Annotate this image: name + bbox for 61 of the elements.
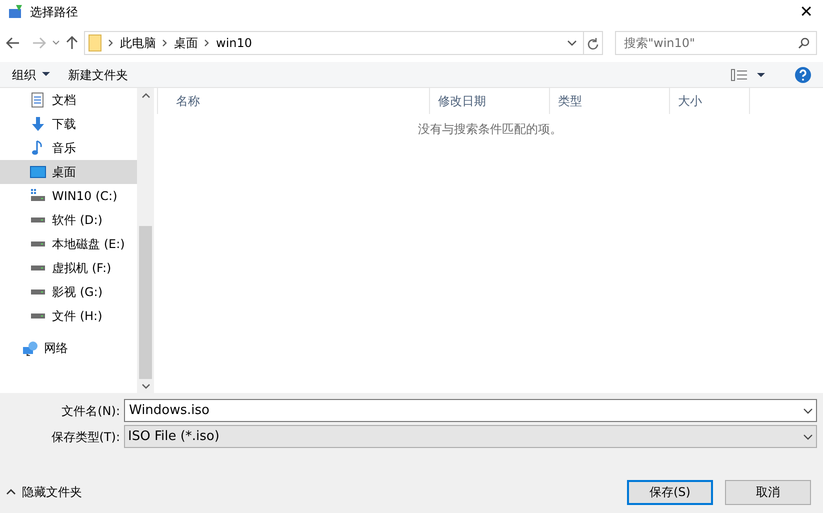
new-folder-button[interactable]: 新建文件夹 xyxy=(68,68,128,80)
refresh-icon[interactable] xyxy=(587,36,599,50)
chevron-icon xyxy=(108,39,114,47)
search-icon xyxy=(798,37,810,49)
back-icon[interactable] xyxy=(6,37,20,49)
close-button[interactable]: ✕ xyxy=(800,4,813,20)
search-input[interactable]: 搜索"win10" xyxy=(616,34,798,52)
breadcrumb-item[interactable]: 桌面 xyxy=(174,34,198,52)
sidebar-item[interactable]: 本地磁盘 (E:) xyxy=(0,232,137,256)
breadcrumb-item[interactable]: 此电脑 xyxy=(120,34,156,52)
sidebar-item[interactable]: 虚拟机 (F:) xyxy=(0,256,137,280)
column-header[interactable]: 名称 xyxy=(158,88,430,114)
column-header[interactable]: 大小 xyxy=(670,88,750,114)
view-options-icon[interactable] xyxy=(731,68,765,80)
caret-icon xyxy=(42,72,50,77)
dropdown-icon[interactable] xyxy=(567,40,577,46)
sidebar-item[interactable]: 文件 (H:) xyxy=(0,304,137,328)
drive-icon xyxy=(30,289,46,295)
dropdown-icon[interactable] xyxy=(803,434,813,440)
sidebar-item[interactable]: WIN10 (C:) xyxy=(0,184,137,208)
window-title: 选择路径 xyxy=(30,4,78,21)
sidebar-item[interactable]: 影视 (G:) xyxy=(0,280,137,304)
dropdown-icon[interactable] xyxy=(803,408,813,414)
app-icon xyxy=(8,5,24,19)
drive-icon xyxy=(30,188,46,204)
scroll-up-icon[interactable] xyxy=(142,92,150,98)
drive-icon xyxy=(30,241,46,247)
save-button[interactable]: 保存(S) xyxy=(627,480,713,504)
chevron-up-icon xyxy=(6,489,16,495)
chevron-icon xyxy=(162,39,168,47)
sidebar-item[interactable]: 软件 (D:) xyxy=(0,208,137,232)
organize-menu[interactable]: 组织 xyxy=(12,68,50,80)
sidebar-item[interactable]: 文档 xyxy=(0,88,137,112)
column-header[interactable]: 修改日期 xyxy=(430,88,550,114)
drive-icon xyxy=(30,265,46,271)
up-icon[interactable] xyxy=(66,36,78,50)
file-type-label: 保存类型(T): xyxy=(50,428,121,446)
column-header[interactable]: 类型 xyxy=(550,88,670,114)
document-icon xyxy=(30,92,46,108)
hide-folders-toggle[interactable]: 隐藏文件夹 xyxy=(6,486,82,498)
scroll-down-icon[interactable] xyxy=(142,384,150,388)
download-icon xyxy=(30,116,46,132)
drive-icon xyxy=(30,217,46,223)
sidebar-item[interactable]: 下载 xyxy=(0,112,137,136)
desktop-icon xyxy=(30,164,46,180)
cancel-button[interactable]: 取消 xyxy=(725,480,811,504)
sidebar-item[interactable]: 桌面 xyxy=(0,160,137,184)
breadcrumb-item[interactable]: win10 xyxy=(216,34,252,52)
filename-label: 文件名(N): xyxy=(60,402,121,420)
chevron-icon xyxy=(204,39,210,47)
empty-message: 没有与搜索条件匹配的项。 xyxy=(418,122,562,136)
sidebar-item[interactable]: 网络 xyxy=(0,336,137,360)
sidebar-item[interactable]: 音乐 xyxy=(0,136,137,160)
file-type-dropdown[interactable]: ISO File (*.iso) xyxy=(124,425,817,448)
folder-icon xyxy=(88,34,102,52)
search-field[interactable]: 搜索"win10" xyxy=(615,31,817,55)
help-icon[interactable] xyxy=(795,66,811,82)
network-icon xyxy=(22,340,38,356)
scrollbar[interactable] xyxy=(137,88,154,393)
drive-icon xyxy=(30,313,46,319)
address-bar[interactable]: 此电脑 桌面 win10 xyxy=(84,31,603,55)
